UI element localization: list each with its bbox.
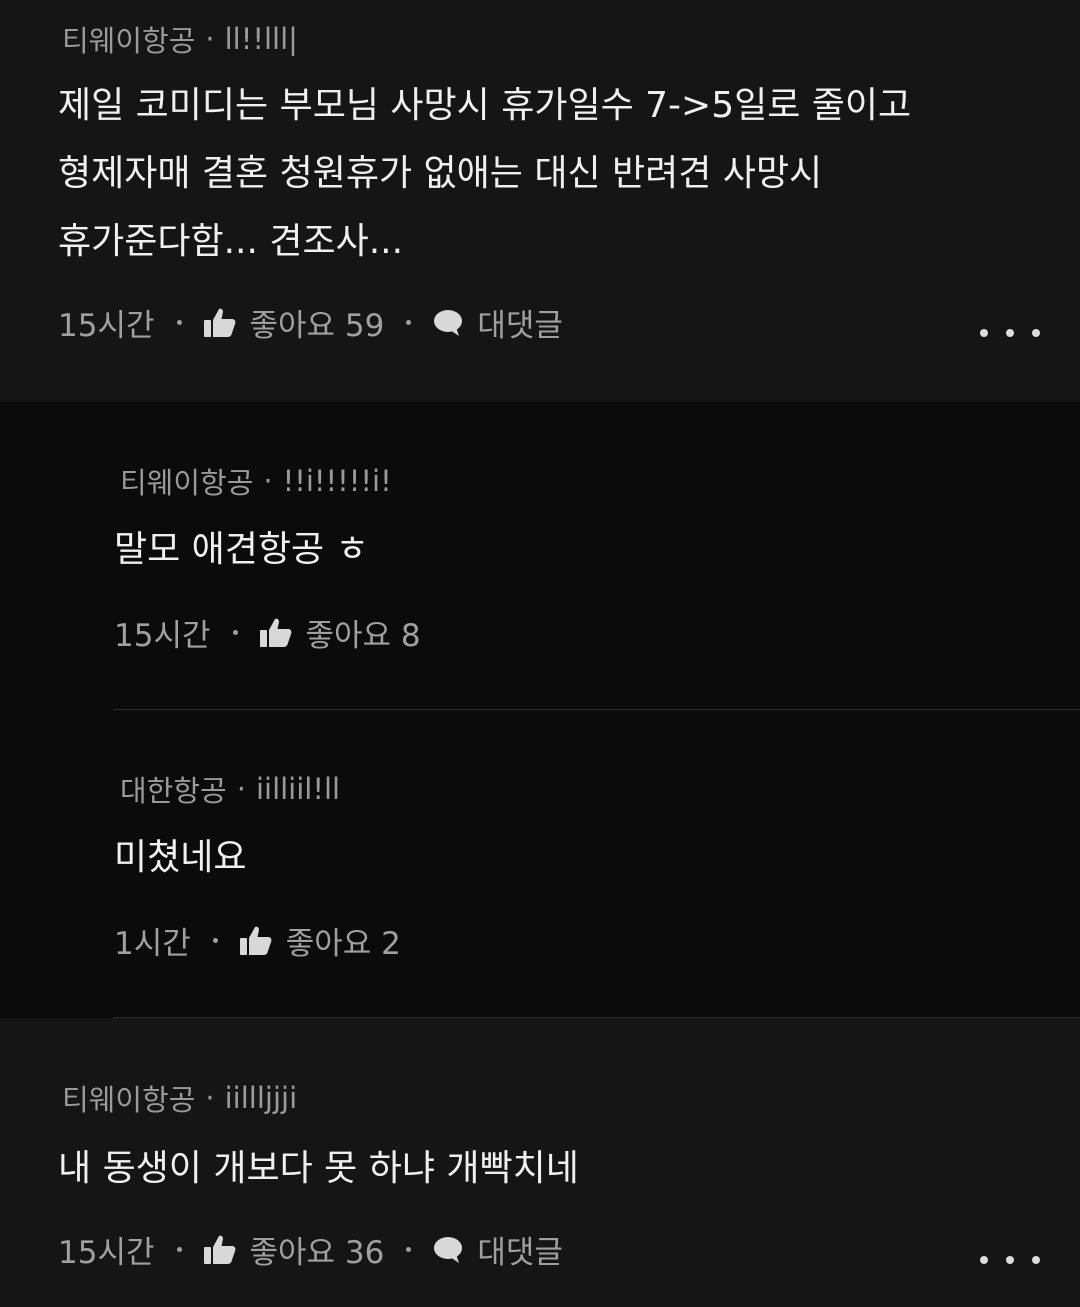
action-separator <box>212 938 218 943</box>
reply-author[interactable]: 대한항공 <box>120 768 227 810</box>
comment-actions: 15시간 좋아요 36 대댓글 <box>58 1227 563 1272</box>
reply-line: 말모 애견항공 ㅎ <box>114 529 369 570</box>
reply-time: 15시간 <box>114 618 211 654</box>
comment-author[interactable]: 티웨이항공 <box>62 18 195 60</box>
replies-section: 티웨이항공 · !!i!!!!!i! 말모 애견항공 ㅎ 15시간 좋아요 8 … <box>0 402 1080 1018</box>
reply-author[interactable]: 티웨이항공 <box>120 460 253 502</box>
action-separator <box>232 630 238 635</box>
reply-handle: iilliil!ll <box>255 772 341 806</box>
meta-separator: · <box>263 464 273 498</box>
comment-actions: 15시간 좋아요 59 대댓글 <box>58 300 563 345</box>
like-button[interactable]: 좋아요 8 <box>259 610 421 655</box>
comment-meta: 티웨이항공 · iillljjji <box>62 1077 297 1119</box>
comment-line: 형제자매 결혼 청원휴가 없애는 대신 반려견 사망시 <box>58 153 823 194</box>
reply-button[interactable]: 대댓글 <box>433 1227 563 1272</box>
reply-body: 말모 애견항공 ㅎ <box>114 516 369 584</box>
reply-divider <box>113 709 1080 710</box>
comment-body: 내 동생이 개보다 못 하냐 개빡치네 <box>58 1135 579 1203</box>
comment-handle: ll!!lll| <box>224 22 298 56</box>
reply-label: 대댓글 <box>477 1235 563 1271</box>
meta-separator: · <box>205 1081 215 1115</box>
comment-card: 티웨이항공 · ll!!lll| 제일 코미디는 부모님 사망시 휴가일수 7-… <box>0 0 1080 400</box>
thumbs-up-icon <box>239 926 272 955</box>
like-button[interactable]: 좋아요 36 <box>203 1227 385 1272</box>
comment-meta: 티웨이항공 · ll!!lll| <box>62 18 298 60</box>
speech-bubble-icon <box>434 1236 463 1263</box>
reply-handle: !!i!!!!!i! <box>282 464 392 498</box>
thumbs-up-icon <box>203 308 235 337</box>
more-options-icon[interactable] <box>980 318 1040 348</box>
thumbs-up-icon <box>203 1235 235 1264</box>
reply-line: 미쳤네요 <box>114 837 247 878</box>
like-count: 좋아요 2 <box>285 926 401 962</box>
comment-handle: iillljjji <box>224 1081 298 1115</box>
reply-button[interactable]: 대댓글 <box>433 300 563 345</box>
comment-line: 내 동생이 개보다 못 하냐 개빡치네 <box>58 1148 579 1189</box>
reply-label: 대댓글 <box>477 308 563 344</box>
meta-separator: · <box>236 772 246 806</box>
like-count: 좋아요 59 <box>249 308 385 344</box>
reply-meta: 티웨이항공 · !!i!!!!!i! <box>120 460 392 502</box>
comment-body: 제일 코미디는 부모님 사망시 휴가일수 7->5일로 줄이고 형제자매 결혼 … <box>58 72 911 276</box>
more-options-icon[interactable] <box>980 1245 1040 1275</box>
thumbs-up-icon <box>259 618 291 647</box>
action-separator <box>406 320 412 325</box>
like-button[interactable]: 좋아요 59 <box>203 300 385 345</box>
comment-card: 티웨이항공 · iillljjji 내 동생이 개보다 못 하냐 개빡치네 15… <box>0 1019 1080 1307</box>
like-button[interactable]: 좋아요 2 <box>239 918 401 963</box>
reply-actions: 15시간 좋아요 8 <box>114 610 421 655</box>
comment-author[interactable]: 티웨이항공 <box>62 1077 195 1119</box>
action-separator <box>406 1247 412 1252</box>
action-separator <box>176 320 182 325</box>
reply-time: 1시간 <box>114 926 191 962</box>
meta-separator: · <box>205 22 215 56</box>
reply-body: 미쳤네요 <box>114 824 246 892</box>
comment-line: 제일 코미디는 부모님 사망시 휴가일수 7->5일로 줄이고 <box>58 85 912 126</box>
like-count: 좋아요 36 <box>249 1235 385 1271</box>
comment-line: 휴가준다함... 견조사... <box>58 221 404 262</box>
comment-time: 15시간 <box>58 1235 155 1271</box>
comment-time: 15시간 <box>58 308 155 344</box>
like-count: 좋아요 8 <box>305 618 421 654</box>
speech-bubble-icon <box>434 309 463 336</box>
reply-actions: 1시간 좋아요 2 <box>114 918 401 963</box>
reply-meta: 대한항공 · iilliil!ll <box>120 768 340 810</box>
action-separator <box>176 1247 182 1252</box>
reply-divider <box>113 1017 1080 1018</box>
